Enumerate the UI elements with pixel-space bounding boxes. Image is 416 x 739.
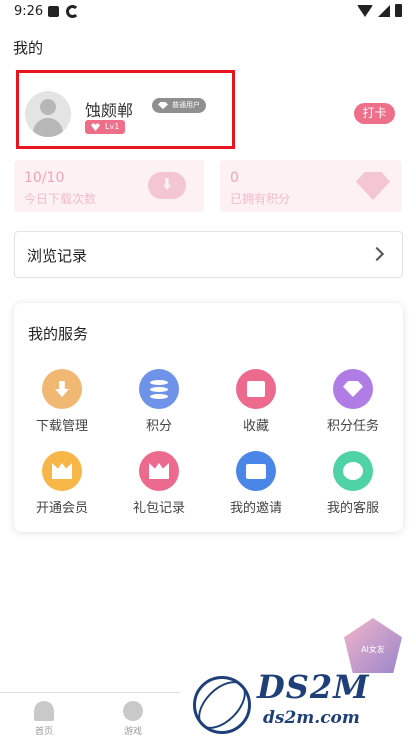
watermark-logo: DS2M ds2m.com xyxy=(189,668,403,738)
service-label: 我的邀请 xyxy=(229,501,282,516)
status-bar: 9:26 xyxy=(0,0,416,26)
tab-games-label: 游戏 xyxy=(123,727,142,737)
level-label: Lv1 xyxy=(105,122,120,131)
profile-card[interactable]: 蚀颇郸 普通用户 Lv1 xyxy=(16,70,235,149)
service-label: 我的客服 xyxy=(326,501,379,516)
username: 蚀颇郸 xyxy=(85,101,134,120)
notification-icon xyxy=(48,6,59,17)
level-heart-icon xyxy=(91,123,100,131)
watermark-domain: ds2m.com xyxy=(263,708,360,728)
wifi-icon xyxy=(357,4,373,17)
stat-downloads-value: 10/10 xyxy=(24,170,65,186)
stat-downloads[interactable]: 10/10 今日下载次数 xyxy=(14,160,204,212)
page-title: 我的 xyxy=(13,39,44,57)
service-gift-records[interactable]: 礼包记录 xyxy=(119,451,199,516)
browse-history-label: 浏览记录 xyxy=(27,247,88,265)
download-icon xyxy=(42,369,82,409)
service-label: 开通会员 xyxy=(35,501,88,516)
stat-points-label: 已拥有积分 xyxy=(230,192,291,206)
signal-icon xyxy=(378,4,390,17)
service-label: 下载管理 xyxy=(35,419,88,434)
sync-icon xyxy=(66,5,79,18)
status-time: 9:26 xyxy=(14,4,44,19)
avatar-body-icon xyxy=(33,118,63,137)
user-type-badge: 普通用户 xyxy=(152,98,206,113)
stat-points[interactable]: 0 已拥有积分 xyxy=(220,160,402,212)
tab-games[interactable]: 游戏 xyxy=(103,701,163,737)
cloud-download-icon xyxy=(148,172,186,199)
service-customer-support[interactable]: 我的客服 xyxy=(313,451,393,516)
stat-points-value: 0 xyxy=(230,170,239,186)
service-favorites[interactable]: 收藏 xyxy=(216,369,296,434)
tab-home-label: 首页 xyxy=(34,727,53,737)
system-icons xyxy=(357,4,402,17)
watermark-brand: DS2M xyxy=(257,668,370,706)
battery-icon xyxy=(395,4,402,17)
avatar-head-icon xyxy=(40,99,56,115)
browse-history-row[interactable]: 浏览记录 xyxy=(14,231,403,278)
watermark-character: AI女友 xyxy=(344,618,402,673)
diamond-icon xyxy=(356,172,390,200)
chat-bubble-icon xyxy=(333,451,373,491)
coins-icon xyxy=(139,369,179,409)
checkin-button[interactable]: 打卡 xyxy=(354,103,395,124)
avatar[interactable] xyxy=(25,91,71,137)
gift-crown-icon xyxy=(139,451,179,491)
service-label: 积分 xyxy=(145,419,172,434)
services-card: 我的服务 下载管理 积分 收藏 积分任务 开通会员 礼包记录 我的邀请 我的客服 xyxy=(14,303,403,532)
tab-home[interactable]: 首页 xyxy=(14,701,74,737)
ghost-home-icon xyxy=(34,701,54,721)
diamond-icon xyxy=(158,102,168,109)
service-label: 积分任务 xyxy=(326,419,379,434)
gem-icon xyxy=(333,369,373,409)
service-invitations[interactable]: 我的邀请 xyxy=(216,451,296,516)
service-membership[interactable]: 开通会员 xyxy=(22,451,102,516)
favorite-folder-icon xyxy=(236,369,276,409)
gamepad-icon xyxy=(123,701,143,721)
level-badge: Lv1 xyxy=(85,120,126,134)
service-download-manage[interactable]: 下载管理 xyxy=(22,369,102,434)
crown-icon xyxy=(42,451,82,491)
stat-downloads-label: 今日下载次数 xyxy=(24,192,97,206)
user-type-label: 普通用户 xyxy=(172,101,200,109)
invite-envelope-icon xyxy=(236,451,276,491)
service-label: 收藏 xyxy=(242,419,269,434)
service-point-tasks[interactable]: 积分任务 xyxy=(313,369,393,434)
services-heading: 我的服务 xyxy=(28,325,89,343)
service-points[interactable]: 积分 xyxy=(119,369,199,434)
chevron-right-icon xyxy=(369,246,385,262)
bottom-tab-bar: 首页 游戏 xyxy=(0,692,180,739)
service-label: 礼包记录 xyxy=(132,501,185,516)
